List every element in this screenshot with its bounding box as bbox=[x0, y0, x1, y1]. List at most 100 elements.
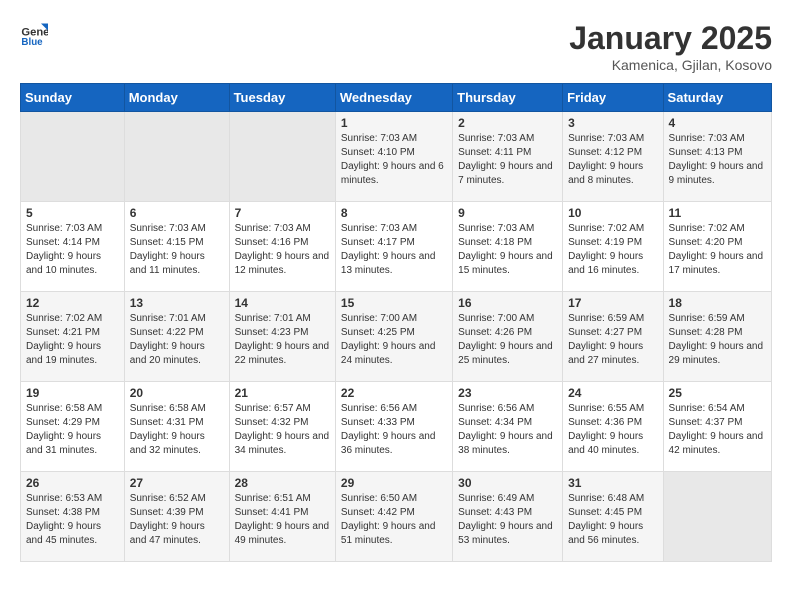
sunset-label: Sunset: 4:10 PM bbox=[341, 147, 415, 158]
day-number: 11 bbox=[669, 206, 766, 220]
sunrise-label: Sunrise: 7:02 AM bbox=[568, 223, 644, 234]
daylight-label: Daylight: 9 hours and 38 minutes. bbox=[458, 431, 553, 456]
day-info: Sunrise: 7:01 AM Sunset: 4:22 PM Dayligh… bbox=[130, 312, 224, 368]
daylight-label: Daylight: 9 hours and 22 minutes. bbox=[235, 341, 330, 366]
sunset-label: Sunset: 4:45 PM bbox=[568, 507, 642, 518]
day-number: 14 bbox=[235, 296, 330, 310]
day-info: Sunrise: 6:59 AM Sunset: 4:27 PM Dayligh… bbox=[568, 312, 657, 368]
sunset-label: Sunset: 4:11 PM bbox=[458, 147, 531, 158]
calendar-cell: 19 Sunrise: 6:58 AM Sunset: 4:29 PM Dayl… bbox=[21, 382, 125, 472]
calendar-table: SundayMondayTuesdayWednesdayThursdayFrid… bbox=[20, 83, 772, 562]
sunrise-label: Sunrise: 6:48 AM bbox=[568, 493, 644, 504]
sunrise-label: Sunrise: 6:58 AM bbox=[130, 403, 206, 414]
day-number: 20 bbox=[130, 386, 224, 400]
sunset-label: Sunset: 4:37 PM bbox=[669, 417, 743, 428]
sunset-label: Sunset: 4:31 PM bbox=[130, 417, 204, 428]
day-info: Sunrise: 7:03 AM Sunset: 4:14 PM Dayligh… bbox=[26, 222, 119, 278]
daylight-label: Daylight: 9 hours and 12 minutes. bbox=[235, 251, 330, 276]
daylight-label: Daylight: 9 hours and 34 minutes. bbox=[235, 431, 330, 456]
daylight-label: Daylight: 9 hours and 32 minutes. bbox=[130, 431, 205, 456]
sunset-label: Sunset: 4:13 PM bbox=[669, 147, 743, 158]
day-info: Sunrise: 6:55 AM Sunset: 4:36 PM Dayligh… bbox=[568, 402, 657, 458]
day-number: 2 bbox=[458, 116, 557, 130]
svg-text:Blue: Blue bbox=[21, 37, 43, 48]
sunrise-label: Sunrise: 7:03 AM bbox=[235, 223, 311, 234]
daylight-label: Daylight: 9 hours and 15 minutes. bbox=[458, 251, 553, 276]
sunset-label: Sunset: 4:15 PM bbox=[130, 237, 204, 248]
sunset-label: Sunset: 4:34 PM bbox=[458, 417, 532, 428]
day-number: 24 bbox=[568, 386, 657, 400]
day-number: 29 bbox=[341, 476, 447, 490]
day-number: 30 bbox=[458, 476, 557, 490]
calendar-cell: 18 Sunrise: 6:59 AM Sunset: 4:28 PM Dayl… bbox=[663, 292, 771, 382]
sunrise-label: Sunrise: 7:03 AM bbox=[669, 133, 745, 144]
sunrise-label: Sunrise: 6:49 AM bbox=[458, 493, 534, 504]
sunrise-label: Sunrise: 7:03 AM bbox=[341, 133, 417, 144]
sunrise-label: Sunrise: 6:56 AM bbox=[341, 403, 417, 414]
calendar-cell: 6 Sunrise: 7:03 AM Sunset: 4:15 PM Dayli… bbox=[124, 202, 229, 292]
day-info: Sunrise: 7:03 AM Sunset: 4:15 PM Dayligh… bbox=[130, 222, 224, 278]
sunrise-label: Sunrise: 7:03 AM bbox=[341, 223, 417, 234]
sunrise-label: Sunrise: 7:03 AM bbox=[130, 223, 206, 234]
day-number: 1 bbox=[341, 116, 447, 130]
sunset-label: Sunset: 4:19 PM bbox=[568, 237, 642, 248]
day-number: 27 bbox=[130, 476, 224, 490]
sunset-label: Sunset: 4:41 PM bbox=[235, 507, 309, 518]
sunset-label: Sunset: 4:25 PM bbox=[341, 327, 415, 338]
day-number: 5 bbox=[26, 206, 119, 220]
calendar-cell bbox=[663, 472, 771, 562]
calendar-week-row: 1 Sunrise: 7:03 AM Sunset: 4:10 PM Dayli… bbox=[21, 112, 772, 202]
sunset-label: Sunset: 4:32 PM bbox=[235, 417, 309, 428]
day-info: Sunrise: 6:54 AM Sunset: 4:37 PM Dayligh… bbox=[669, 402, 766, 458]
day-info: Sunrise: 6:58 AM Sunset: 4:31 PM Dayligh… bbox=[130, 402, 224, 458]
sunrise-label: Sunrise: 7:03 AM bbox=[458, 223, 534, 234]
daylight-label: Daylight: 9 hours and 20 minutes. bbox=[130, 341, 205, 366]
day-number: 10 bbox=[568, 206, 657, 220]
calendar-cell: 23 Sunrise: 6:56 AM Sunset: 4:34 PM Dayl… bbox=[453, 382, 563, 472]
day-info: Sunrise: 6:56 AM Sunset: 4:33 PM Dayligh… bbox=[341, 402, 447, 458]
day-number: 8 bbox=[341, 206, 447, 220]
daylight-label: Daylight: 9 hours and 45 minutes. bbox=[26, 521, 101, 546]
daylight-label: Daylight: 9 hours and 8 minutes. bbox=[568, 161, 643, 186]
daylight-label: Daylight: 9 hours and 56 minutes. bbox=[568, 521, 643, 546]
day-info: Sunrise: 6:53 AM Sunset: 4:38 PM Dayligh… bbox=[26, 492, 119, 548]
calendar-week-row: 26 Sunrise: 6:53 AM Sunset: 4:38 PM Dayl… bbox=[21, 472, 772, 562]
day-number: 28 bbox=[235, 476, 330, 490]
sunrise-label: Sunrise: 6:54 AM bbox=[669, 403, 745, 414]
calendar-cell: 7 Sunrise: 7:03 AM Sunset: 4:16 PM Dayli… bbox=[229, 202, 335, 292]
weekday-header-friday: Friday bbox=[563, 84, 663, 112]
title-section: January 2025 Kamenica, Gjilan, Kosovo bbox=[569, 20, 772, 73]
day-info: Sunrise: 6:58 AM Sunset: 4:29 PM Dayligh… bbox=[26, 402, 119, 458]
logo-icon: General Blue bbox=[20, 20, 48, 48]
day-number: 15 bbox=[341, 296, 447, 310]
calendar-cell: 31 Sunrise: 6:48 AM Sunset: 4:45 PM Dayl… bbox=[563, 472, 663, 562]
calendar-cell: 5 Sunrise: 7:03 AM Sunset: 4:14 PM Dayli… bbox=[21, 202, 125, 292]
sunrise-label: Sunrise: 6:57 AM bbox=[235, 403, 311, 414]
calendar-cell: 12 Sunrise: 7:02 AM Sunset: 4:21 PM Dayl… bbox=[21, 292, 125, 382]
calendar-cell: 4 Sunrise: 7:03 AM Sunset: 4:13 PM Dayli… bbox=[663, 112, 771, 202]
sunset-label: Sunset: 4:14 PM bbox=[26, 237, 100, 248]
sunrise-label: Sunrise: 7:00 AM bbox=[341, 313, 417, 324]
calendar-cell: 26 Sunrise: 6:53 AM Sunset: 4:38 PM Dayl… bbox=[21, 472, 125, 562]
day-number: 22 bbox=[341, 386, 447, 400]
sunset-label: Sunset: 4:29 PM bbox=[26, 417, 100, 428]
sunset-label: Sunset: 4:28 PM bbox=[669, 327, 743, 338]
day-number: 12 bbox=[26, 296, 119, 310]
calendar-week-row: 19 Sunrise: 6:58 AM Sunset: 4:29 PM Dayl… bbox=[21, 382, 772, 472]
day-info: Sunrise: 6:48 AM Sunset: 4:45 PM Dayligh… bbox=[568, 492, 657, 548]
day-info: Sunrise: 6:57 AM Sunset: 4:32 PM Dayligh… bbox=[235, 402, 330, 458]
sunrise-label: Sunrise: 6:50 AM bbox=[341, 493, 417, 504]
daylight-label: Daylight: 9 hours and 16 minutes. bbox=[568, 251, 643, 276]
sunset-label: Sunset: 4:42 PM bbox=[341, 507, 415, 518]
daylight-label: Daylight: 9 hours and 25 minutes. bbox=[458, 341, 553, 366]
daylight-label: Daylight: 9 hours and 47 minutes. bbox=[130, 521, 205, 546]
daylight-label: Daylight: 9 hours and 10 minutes. bbox=[26, 251, 101, 276]
sunset-label: Sunset: 4:26 PM bbox=[458, 327, 532, 338]
day-number: 17 bbox=[568, 296, 657, 310]
sunrise-label: Sunrise: 6:55 AM bbox=[568, 403, 644, 414]
day-number: 9 bbox=[458, 206, 557, 220]
daylight-label: Daylight: 9 hours and 49 minutes. bbox=[235, 521, 330, 546]
weekday-header-saturday: Saturday bbox=[663, 84, 771, 112]
calendar-cell: 29 Sunrise: 6:50 AM Sunset: 4:42 PM Dayl… bbox=[335, 472, 452, 562]
day-info: Sunrise: 7:02 AM Sunset: 4:20 PM Dayligh… bbox=[669, 222, 766, 278]
